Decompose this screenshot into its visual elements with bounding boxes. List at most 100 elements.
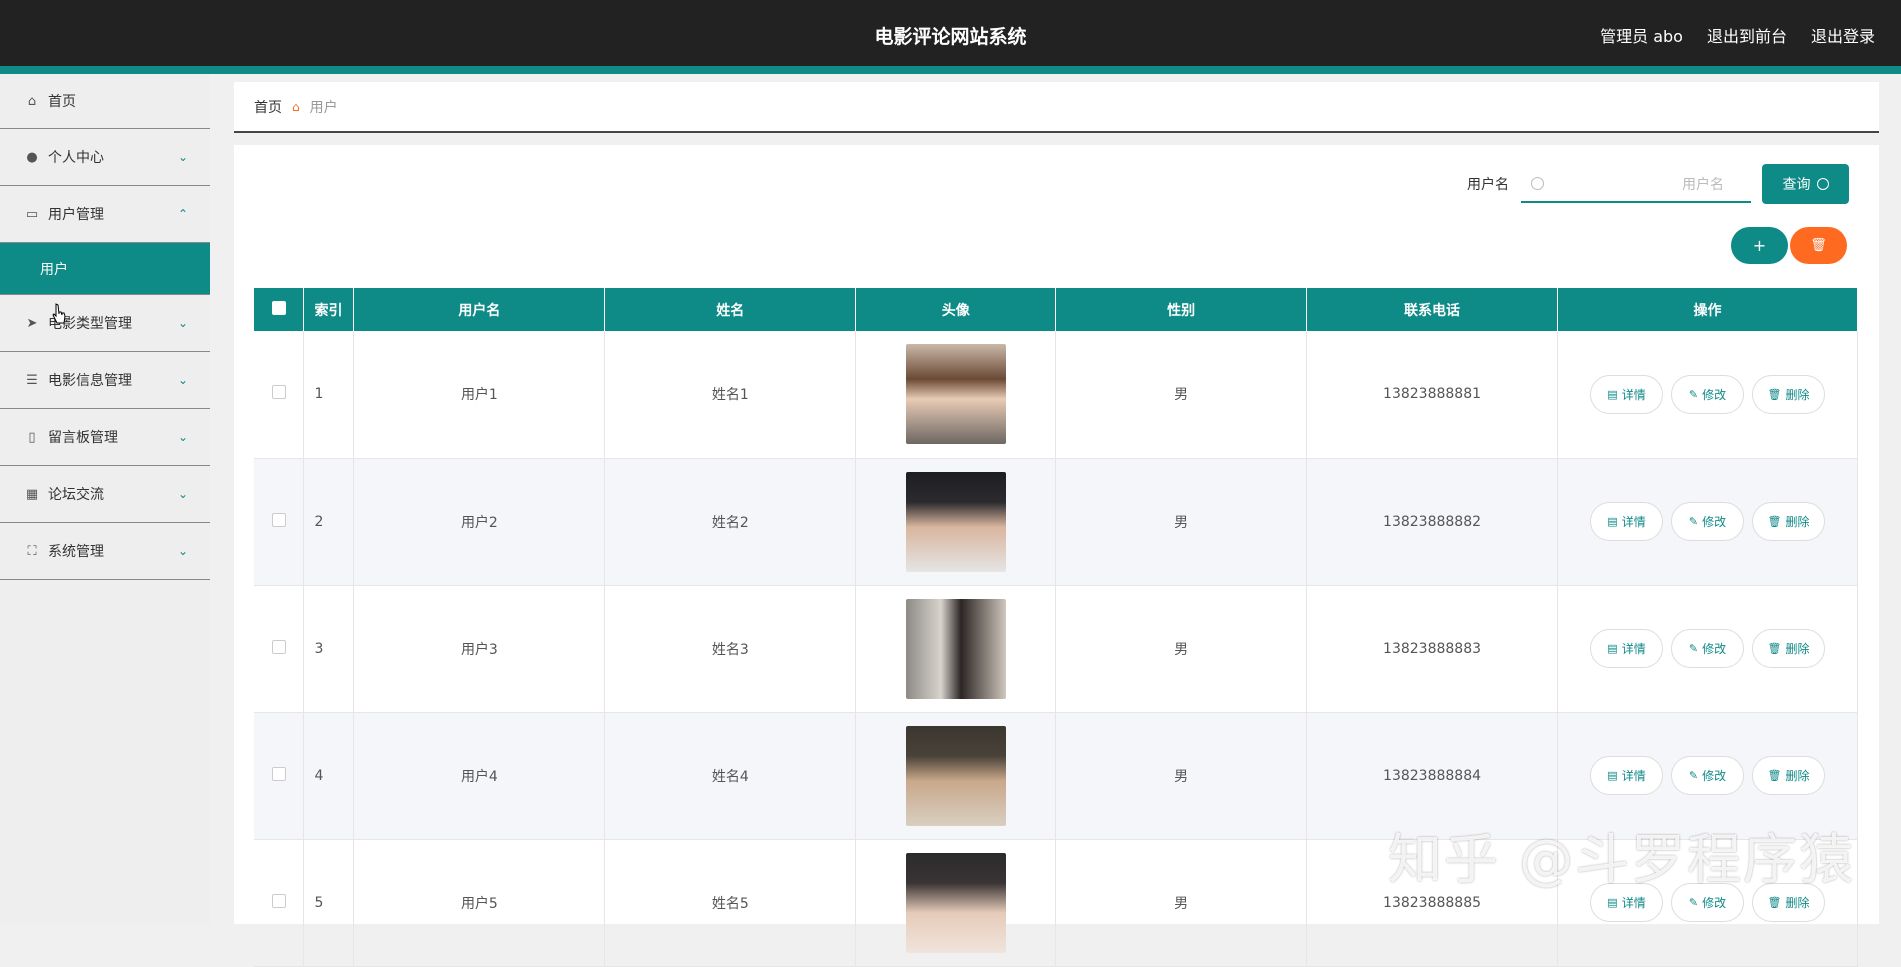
chevron-up-icon: ⌃ xyxy=(177,207,188,221)
delete-label: 删除 xyxy=(1785,642,1810,656)
cell-name: 姓名1 xyxy=(604,331,857,459)
cell-gender: 男 xyxy=(1055,839,1308,967)
trash-icon: 🗑 xyxy=(1767,387,1782,401)
sidebar-item-user-management[interactable]: ▭ 用户管理 ⌃ xyxy=(0,186,210,243)
delete-button[interactable]: 🗑 删除 xyxy=(1752,883,1825,922)
column-header-phone: 联系电话 xyxy=(1306,288,1558,331)
search-button[interactable]: 查询 xyxy=(1762,164,1849,204)
edit-icon: ✎ xyxy=(1688,642,1699,655)
edit-icon: ✎ xyxy=(1688,769,1699,782)
edit-button[interactable]: ✎ 修改 xyxy=(1671,883,1744,922)
batch-delete-button[interactable]: 🗑 xyxy=(1790,227,1847,264)
delete-button[interactable]: 🗑 删除 xyxy=(1752,629,1825,668)
cell-gender: 男 xyxy=(1055,585,1308,713)
row-checkbox[interactable] xyxy=(271,766,286,781)
table-row: 3 用户3 姓名3 男 13823888883 ▤ 详情 ✎ 修改 🗑 删除 xyxy=(254,585,1858,713)
sidebar-item-label: 首页 xyxy=(48,94,76,110)
sidebar-subitem-user[interactable]: 用户 xyxy=(0,243,210,295)
detail-button[interactable]: ▤ 详情 xyxy=(1590,502,1663,541)
sidebar-item-movie-info[interactable]: ☰ 电影信息管理 ⌄ xyxy=(0,352,210,409)
edit-label: 修改 xyxy=(1702,387,1727,402)
cell-index: 3 xyxy=(303,585,355,713)
sidebar-item-home[interactable]: ⌂ 首页 xyxy=(0,74,210,129)
search-input[interactable] xyxy=(1544,175,1724,192)
document-icon: ▤ xyxy=(1607,642,1618,655)
table-row: 4 用户4 姓名4 男 13823888884 ▤ 详情 ✎ 修改 🗑 删除 xyxy=(254,712,1858,840)
chat-icon: ▭ xyxy=(25,206,39,222)
cell-username: 用户4 xyxy=(353,712,606,840)
column-header-index: 索引 xyxy=(303,288,355,331)
column-header-name: 姓名 xyxy=(604,288,857,331)
avatar xyxy=(905,598,1006,699)
home-icon: ⌂ xyxy=(292,99,300,114)
header-actions: 管理员 abo 退出到前台 退出登录 xyxy=(1600,23,1875,47)
logout-link[interactable]: 退出登录 xyxy=(1811,23,1875,47)
delete-button[interactable]: 🗑 删除 xyxy=(1752,756,1825,795)
cell-actions: ▤ 详情 ✎ 修改 🗑 删除 xyxy=(1557,585,1858,713)
paper-plane-icon: ➤ xyxy=(26,315,38,331)
row-checkbox[interactable] xyxy=(271,893,286,908)
cell-avatar xyxy=(855,585,1057,713)
sidebar-item-label: 论坛交流 xyxy=(48,487,104,503)
edit-button[interactable]: ✎ 修改 xyxy=(1671,756,1744,795)
cell-gender: 男 xyxy=(1055,331,1308,459)
row-checkbox[interactable] xyxy=(271,385,286,400)
document-icon: ▤ xyxy=(1607,387,1618,401)
chevron-down-icon: ⌄ xyxy=(177,373,188,387)
detail-button[interactable]: ▤ 详情 xyxy=(1590,629,1663,668)
search-icon xyxy=(1816,178,1829,190)
cell-actions: ▤ 详情 ✎ 修改 🗑 删除 xyxy=(1557,712,1858,840)
sidebar-item-label: 用户管理 xyxy=(48,207,104,223)
sidebar: ⌂ 首页 ● 个人中心 ⌄ ▭ 用户管理 ⌃ 用户 ➤ 电影类型管理 ⌄ ☰ 电… xyxy=(0,74,210,924)
sidebar-item-forum[interactable]: ▦ 论坛交流 ⌄ xyxy=(0,466,210,523)
header-accent-line xyxy=(0,66,1901,74)
cell-username: 用户1 xyxy=(353,331,606,459)
sidebar-item-personal-center[interactable]: ● 个人中心 ⌄ xyxy=(0,129,210,186)
cell-phone: 13823888882 xyxy=(1306,458,1558,586)
delete-label: 删除 xyxy=(1785,769,1810,783)
avatar xyxy=(905,725,1006,826)
cell-index: 1 xyxy=(303,331,355,459)
document-icon: ▤ xyxy=(1607,515,1618,528)
column-header-actions: 操作 xyxy=(1557,288,1858,331)
detail-button[interactable]: ▤ 详情 xyxy=(1590,374,1663,414)
search-icon xyxy=(1531,177,1544,190)
chevron-down-icon: ⌄ xyxy=(177,487,188,501)
cell-avatar xyxy=(855,331,1057,459)
edit-label: 修改 xyxy=(1702,515,1727,529)
select-all-checkbox[interactable] xyxy=(271,300,286,315)
sidebar-item-system[interactable]: ⛶ 系统管理 ⌄ xyxy=(0,523,210,580)
add-button[interactable]: + xyxy=(1731,227,1788,264)
cell-name: 姓名2 xyxy=(604,458,857,586)
cell-gender: 男 xyxy=(1055,458,1308,586)
cell-username: 用户2 xyxy=(353,458,606,586)
row-checkbox[interactable] xyxy=(271,639,286,654)
list-icon: ☰ xyxy=(26,372,38,388)
edit-button[interactable]: ✎ 修改 xyxy=(1671,374,1744,414)
grid-icon: ▦ xyxy=(25,486,39,502)
sidebar-item-message-board[interactable]: ▯ 留言板管理 ⌄ xyxy=(0,409,210,466)
back-to-front-link[interactable]: 退出到前台 xyxy=(1707,23,1787,47)
edit-button[interactable]: ✎ 修改 xyxy=(1671,629,1744,668)
admin-user[interactable]: 管理员 abo xyxy=(1600,23,1683,47)
cell-avatar xyxy=(855,712,1057,840)
delete-button[interactable]: 🗑 删除 xyxy=(1752,502,1825,541)
search-label: 用户名 xyxy=(1467,177,1509,193)
cell-name: 姓名5 xyxy=(604,839,857,967)
row-select-cell xyxy=(254,331,305,459)
chevron-down-icon: ⌄ xyxy=(177,316,188,330)
row-select-cell xyxy=(254,585,305,713)
search-input-wrapper xyxy=(1521,166,1751,203)
detail-button[interactable]: ▤ 详情 xyxy=(1590,883,1663,922)
avatar xyxy=(905,852,1006,953)
breadcrumb-home[interactable]: 首页 xyxy=(254,97,282,117)
row-checkbox[interactable] xyxy=(271,512,286,527)
sidebar-item-movie-type[interactable]: ➤ 电影类型管理 ⌄ xyxy=(0,295,210,352)
column-header-username: 用户名 xyxy=(353,288,606,331)
edit-button[interactable]: ✎ 修改 xyxy=(1671,502,1744,541)
edit-label: 修改 xyxy=(1702,896,1727,910)
edit-icon: ✎ xyxy=(1688,387,1699,401)
delete-button[interactable]: 🗑 删除 xyxy=(1752,374,1825,414)
cell-actions: ▤ 详情 ✎ 修改 🗑 删除 xyxy=(1557,331,1858,459)
detail-button[interactable]: ▤ 详情 xyxy=(1590,756,1663,795)
